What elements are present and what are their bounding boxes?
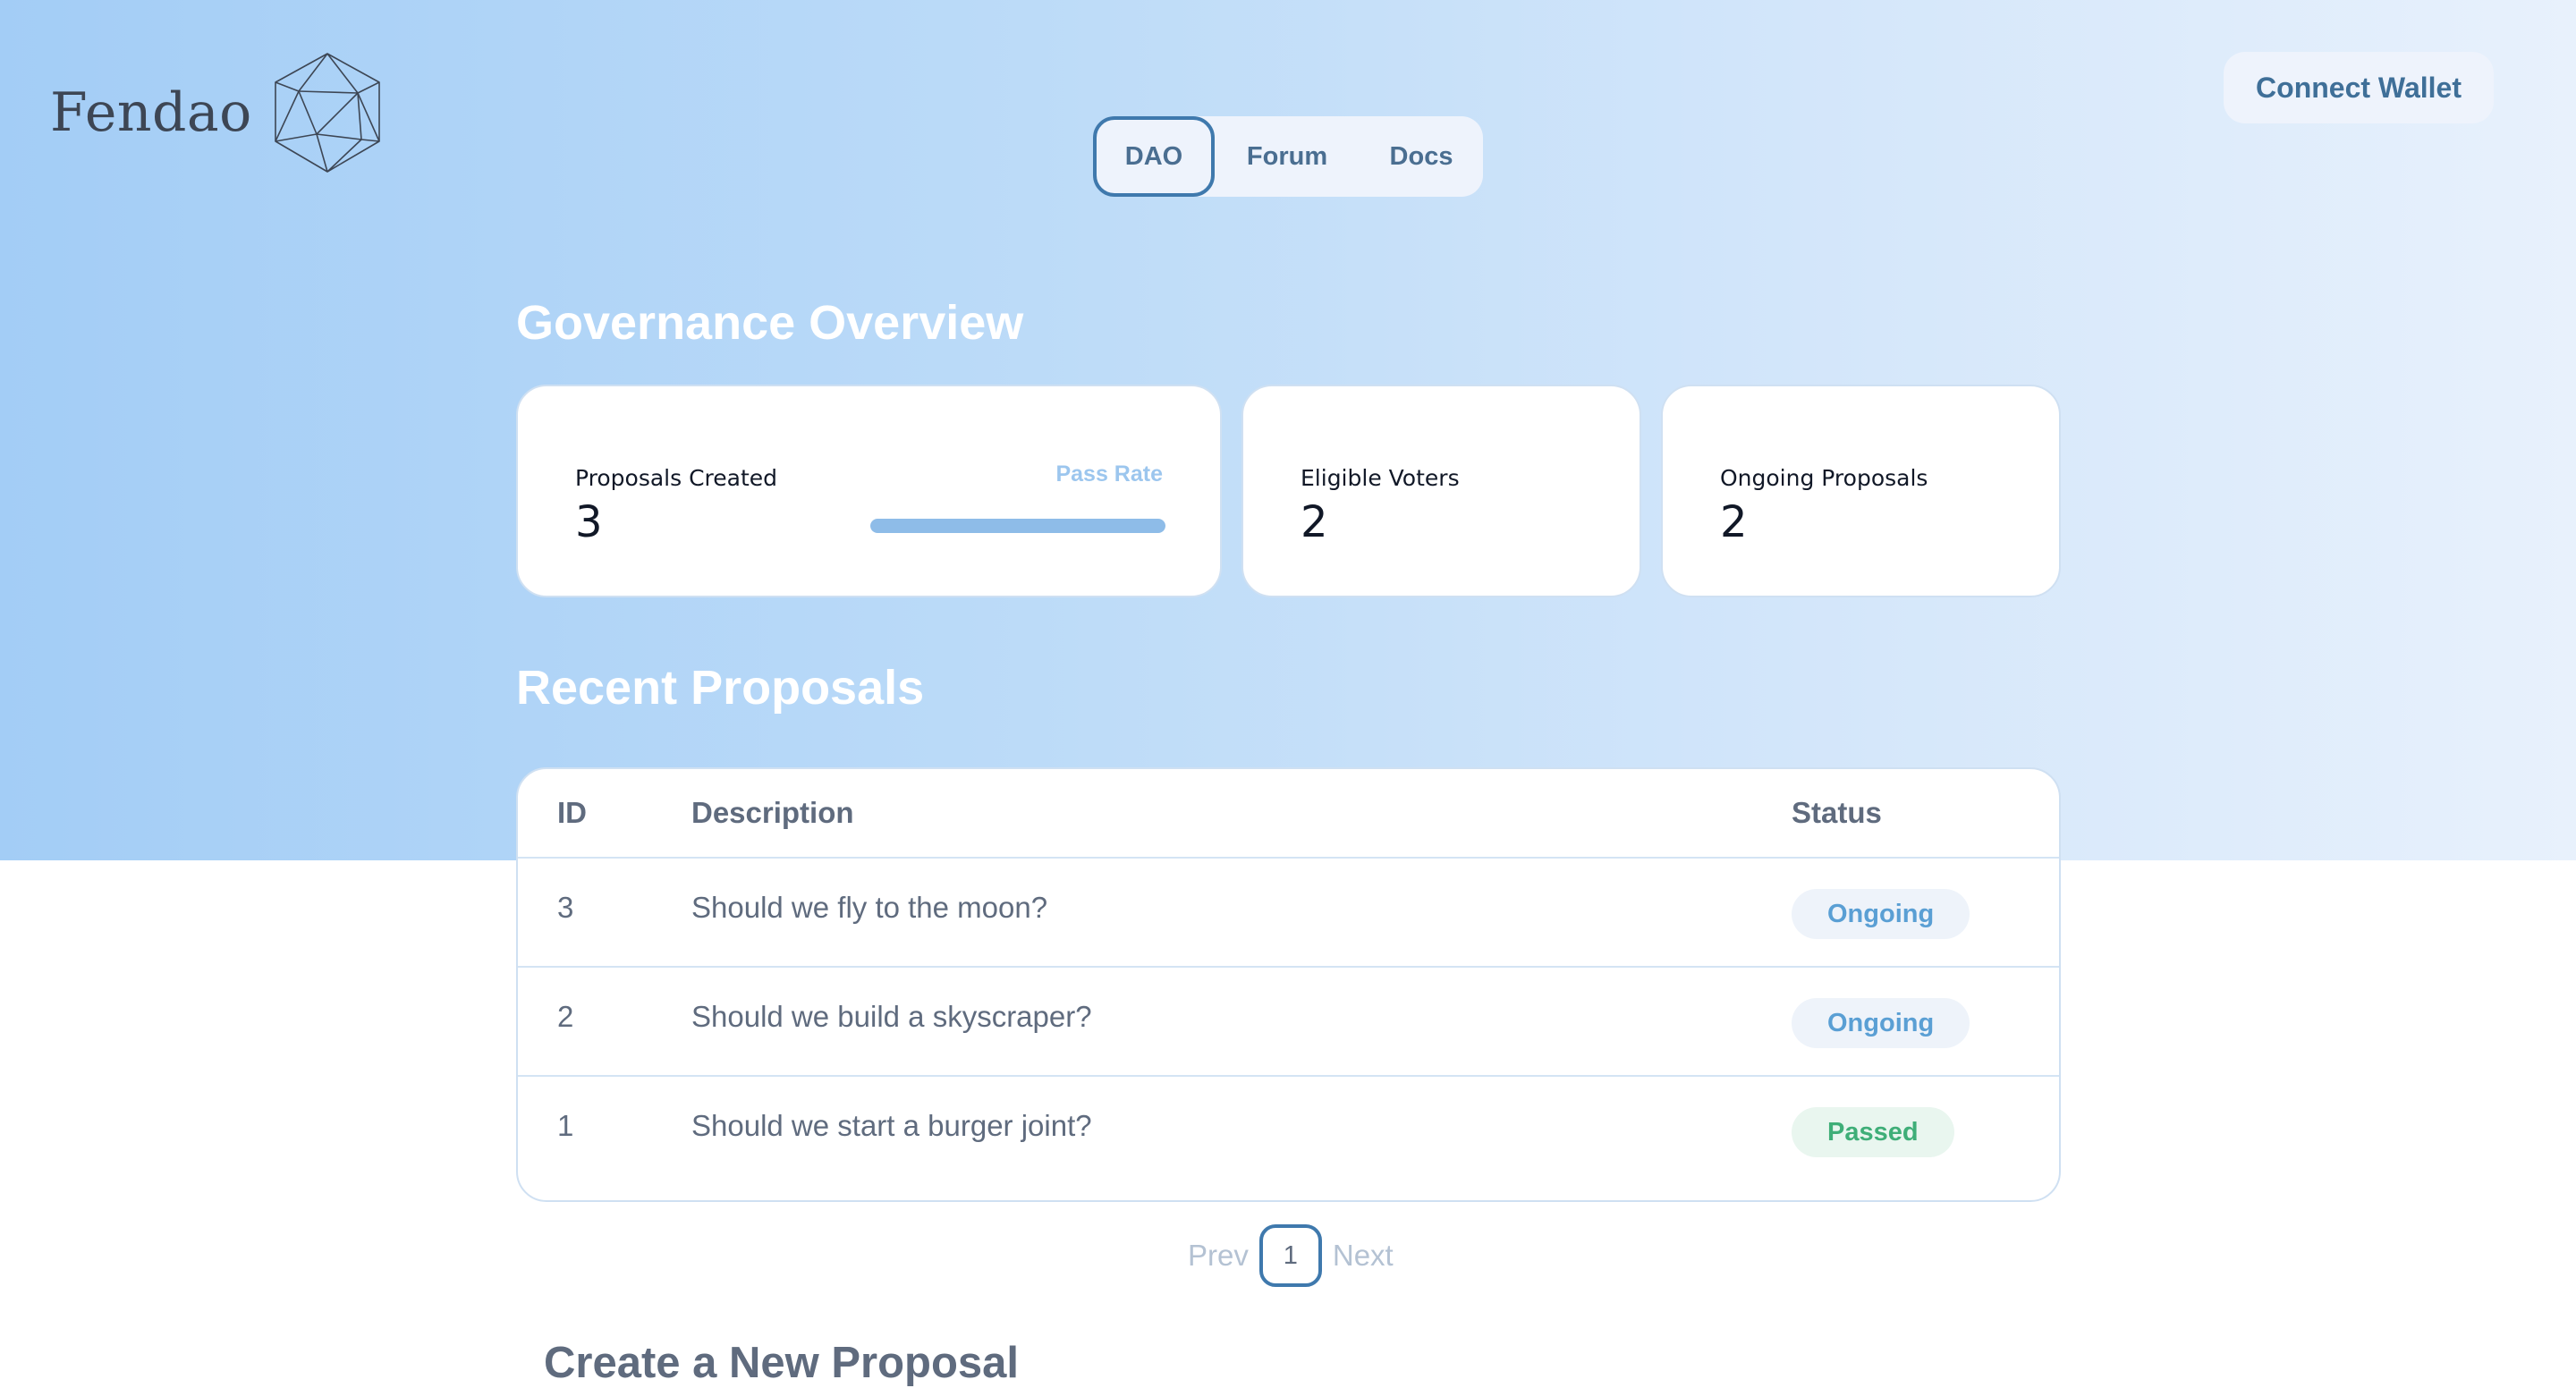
- status-badge: Passed: [1792, 1107, 1954, 1157]
- recent-proposals-title: Recent Proposals: [516, 661, 925, 715]
- ongoing-proposals-value: 2: [1720, 497, 1748, 547]
- main-nav: DAO Forum Docs: [1093, 116, 1483, 197]
- proposals-created-value: 3: [575, 497, 603, 547]
- governance-overview-title: Governance Overview: [516, 296, 1024, 350]
- logo[interactable]: Fendao: [50, 50, 383, 175]
- pagination: Prev 1 Next: [1188, 1223, 1394, 1288]
- next-page-button[interactable]: Next: [1333, 1239, 1394, 1273]
- status-badge: Ongoing: [1792, 889, 1970, 939]
- proposal-id: 3: [557, 891, 574, 924]
- pass-rate-fill: [870, 519, 1165, 533]
- column-description-header: Description: [691, 796, 854, 829]
- icosahedron-logo-icon: [275, 53, 380, 173]
- proposal-id: 1: [557, 1109, 574, 1142]
- current-page-button[interactable]: 1: [1258, 1224, 1322, 1287]
- tab-docs[interactable]: Docs: [1360, 116, 1483, 197]
- proposal-description: Should we start a burger joint?: [691, 1109, 1092, 1142]
- status-badge: Ongoing: [1792, 998, 1970, 1048]
- tab-dao[interactable]: DAO: [1093, 116, 1215, 197]
- eligible-voters-label: Eligible Voters: [1301, 465, 1460, 491]
- table-row[interactable]: 2 Should we build a skyscraper? Ongoing: [518, 966, 2059, 1075]
- column-id-header: ID: [557, 796, 587, 829]
- create-proposal-title: Create a New Proposal: [544, 1339, 1020, 1387]
- proposal-description: Should we build a skyscraper?: [691, 1000, 1092, 1033]
- proposals-created-label: Proposals Created: [575, 465, 778, 491]
- tab-forum[interactable]: Forum: [1215, 116, 1360, 197]
- eligible-voters-value: 2: [1301, 497, 1328, 547]
- connect-wallet-button[interactable]: Connect Wallet: [2224, 52, 2494, 123]
- proposals-table: ID Description Status 3 Should we fly to…: [516, 767, 2061, 1202]
- proposal-id: 2: [557, 1000, 574, 1033]
- pass-rate-bar: [870, 519, 1165, 533]
- table-row[interactable]: 1 Should we start a burger joint? Passed: [518, 1075, 2059, 1200]
- ongoing-proposals-label: Ongoing Proposals: [1720, 465, 1928, 491]
- proposals-created-card: Proposals Created 3 Pass Rate: [516, 385, 1222, 597]
- ongoing-proposals-card: Ongoing Proposals 2: [1661, 385, 2061, 597]
- prev-page-button[interactable]: Prev: [1188, 1239, 1249, 1273]
- table-header: ID Description Status: [518, 769, 2059, 857]
- eligible-voters-card: Eligible Voters 2: [1241, 385, 1641, 597]
- table-row[interactable]: 3 Should we fly to the moon? Ongoing: [518, 857, 2059, 966]
- logo-text: Fendao: [50, 81, 252, 144]
- pass-rate-label: Pass Rate: [1055, 461, 1163, 487]
- column-status-header: Status: [1792, 796, 1882, 829]
- proposal-description: Should we fly to the moon?: [691, 891, 1048, 924]
